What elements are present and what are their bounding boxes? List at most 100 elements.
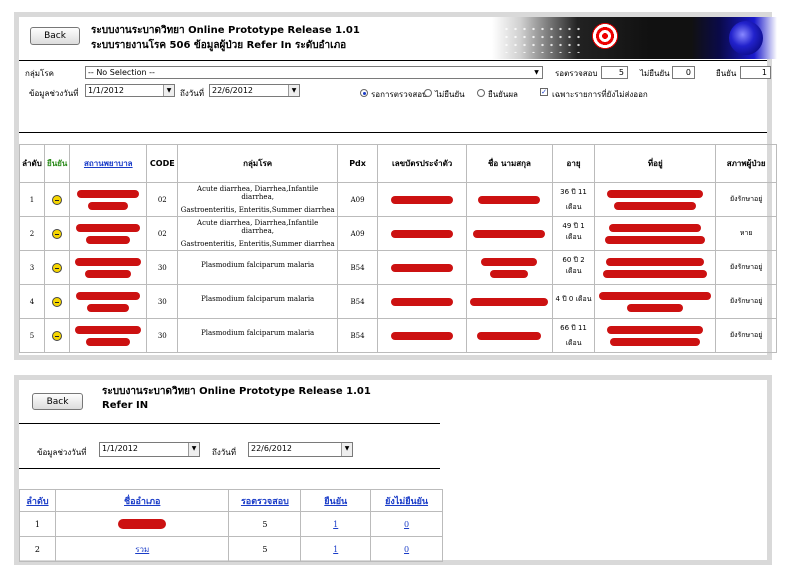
radio-confirmed[interactable] <box>477 89 485 97</box>
redacted-id <box>391 263 454 272</box>
name-cell[interactable] <box>466 250 553 285</box>
confirm-cell[interactable] <box>43 284 71 319</box>
disease-line: Plasmodium falciparum malaria <box>201 261 315 269</box>
pending-cell: 5 <box>228 511 302 537</box>
row-no: 1 <box>19 182 45 217</box>
date-from-select[interactable]: 1/1/2012 ▼ <box>85 84 175 97</box>
confirm-cell[interactable] <box>43 250 71 285</box>
col-code: CODE <box>146 144 179 183</box>
status-cell: หาย <box>715 216 777 251</box>
date-to-select[interactable]: 22/6/2012 ▼ <box>209 84 300 97</box>
pending-status-icon[interactable] <box>52 194 63 205</box>
back-button[interactable]: Back <box>30 27 80 45</box>
unconfirmed-count-field[interactable]: 0 <box>672 66 695 79</box>
col-disease-group: กลุ่มโรค <box>177 144 338 183</box>
col-confirm: ยืนยัน <box>43 144 71 183</box>
unconfirmed-cell[interactable]: 0 <box>370 536 443 562</box>
table-row[interactable]: 3 30 Plasmodium falciparum malaria B54 60 ปี… <box>19 250 777 285</box>
code-cell: 02 <box>146 182 179 217</box>
code-cell: 30 <box>146 284 179 319</box>
confirm-cell[interactable] <box>43 318 71 353</box>
date-range-label: ข้อมูลช่วงวันที่ <box>37 448 87 457</box>
col-hospital[interactable]: สถานพยาบาล <box>69 144 148 183</box>
pending-cell: 5 <box>228 536 302 562</box>
address-cell <box>594 250 717 285</box>
redacted-name <box>470 297 549 306</box>
pdx-cell: A09 <box>336 182 379 217</box>
disease-line: Plasmodium falciparum malaria <box>201 295 315 303</box>
confirm-cell[interactable] <box>43 182 71 217</box>
status-cell: ยังรักษาอยู่ <box>715 182 777 217</box>
date-from-select[interactable]: 1/1/2012 ▼ <box>99 442 200 457</box>
table-row[interactable]: 5 30 Plasmodium falciparum malaria B54 66 ปี… <box>19 318 777 353</box>
referin-patient-panel: Back ระบบงานระบาดวิทยา Online Prototype … <box>14 12 777 360</box>
unconfirmed-link[interactable]: 0 <box>404 520 409 529</box>
pending-status-icon[interactable] <box>52 330 63 341</box>
page-subtitle: ระบบรายงานโรค 506 ข้อมูลผู้ป่วย Refer In… <box>91 40 347 51</box>
radio-confirmed-label: ยืนยันผล <box>488 90 518 99</box>
name-cell[interactable] <box>466 318 553 353</box>
confirmed-cell[interactable]: 1 <box>300 511 372 537</box>
redacted-hospital <box>86 235 131 244</box>
patient-table: ลำดับ ยืนยัน สถานพยาบาล CODE กลุ่มโรค Pd… <box>19 144 777 353</box>
redacted-name <box>477 331 542 340</box>
col-unconfirmed[interactable]: ยังไม่ยืนยัน <box>370 489 443 512</box>
col-confirmed[interactable]: ยืนยัน <box>300 489 372 512</box>
address-cell <box>594 182 717 217</box>
name-cell[interactable] <box>466 216 553 251</box>
not-exported-checkbox[interactable]: ✓ <box>540 88 548 96</box>
age-text: เดือน <box>565 338 582 347</box>
confirmed-link[interactable]: 1 <box>333 545 338 554</box>
name-cell[interactable] <box>466 182 553 217</box>
col-name: ชื่อ นามสกุล <box>466 144 553 183</box>
filter-divider <box>19 132 767 133</box>
id-card-cell <box>377 318 468 353</box>
age-cell: 66 ปี 11 เดือน <box>551 318 596 353</box>
id-card-cell <box>377 250 468 285</box>
table-row[interactable]: 1 02 Acute diarrhea, Diarrhea,Infantile di… <box>19 182 777 217</box>
redacted-address <box>603 269 708 278</box>
district-cell[interactable] <box>54 511 230 537</box>
radio-pending[interactable] <box>360 89 368 97</box>
pending-status-icon[interactable] <box>52 296 63 307</box>
pending-count-field[interactable]: 5 <box>601 66 628 79</box>
confirm-cell[interactable] <box>43 216 71 251</box>
referin-summary-panel: Back ระบบงานระบาดวิทยา Online Prototype … <box>14 375 772 565</box>
code-cell: 02 <box>146 216 179 251</box>
page-subtitle: Refer IN <box>102 400 149 411</box>
pdx-cell: B54 <box>336 318 379 353</box>
pdx-cell: B54 <box>336 250 379 285</box>
unconfirmed-cell[interactable]: 0 <box>370 511 443 537</box>
table-row[interactable]: 4 30 Plasmodium falciparum malaria B54 4 ปี … <box>19 284 777 319</box>
chevron-down-icon: ▼ <box>188 443 199 456</box>
confirmed-link[interactable]: 1 <box>333 520 338 529</box>
district-cell[interactable]: รวม <box>54 536 230 562</box>
address-cell <box>594 318 717 353</box>
unconfirmed-link[interactable]: 0 <box>404 545 409 554</box>
back-button[interactable]: Back <box>32 393 83 410</box>
redacted-address <box>610 337 701 346</box>
confirmed-count-field[interactable]: 1 <box>740 66 771 79</box>
redacted-name <box>490 269 529 278</box>
disease-line: Plasmodium falciparum malaria <box>201 329 315 337</box>
hospital-cell <box>69 318 148 353</box>
col-no: ลำดับ <box>19 144 45 183</box>
disease-group-select[interactable]: -- No Selection -- ▼ <box>85 66 543 79</box>
table-row[interactable]: 2 02 Acute diarrhea, Diarrhea,Infantile di… <box>19 216 777 251</box>
disease-line: Gastroenteritis, Enteritis,Summer diarrh… <box>180 206 335 214</box>
confirmed-cell[interactable]: 1 <box>300 536 372 562</box>
radio-unconfirmed[interactable] <box>424 89 432 97</box>
col-district[interactable]: ชื่ออำเภอ <box>54 489 230 512</box>
date-to-select[interactable]: 22/6/2012 ▼ <box>248 442 353 457</box>
pending-status-icon[interactable] <box>52 262 63 273</box>
col-pending[interactable]: รอตรวจสอบ <box>228 489 302 512</box>
not-exported-label: เฉพาะรายการที่ยังไม่ส่งออก <box>552 90 648 99</box>
redacted-hospital <box>77 189 140 198</box>
name-cell[interactable] <box>466 284 553 319</box>
pending-status-icon[interactable] <box>52 228 63 239</box>
age-text: 4 ปี 0 เดือน <box>555 295 592 303</box>
district-total-link[interactable]: รวม <box>135 545 149 554</box>
col-no[interactable]: ลำดับ <box>19 489 56 512</box>
col-status: สภาพผู้ป่วย <box>715 144 777 183</box>
disease-cell: Plasmodium falciparum malaria <box>177 250 338 285</box>
